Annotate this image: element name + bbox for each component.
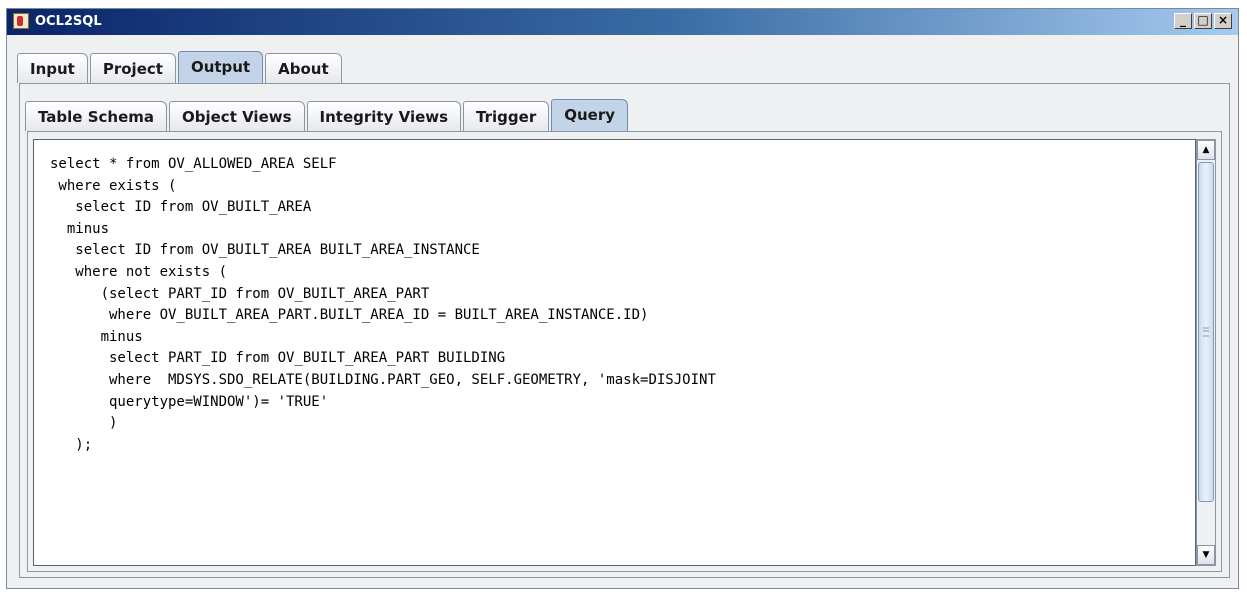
window-content: Input Project Output About Table Schema … <box>11 39 1234 584</box>
grip-icon <box>1203 327 1209 337</box>
close-button[interactable]: × <box>1214 13 1232 29</box>
minimize-button[interactable]: _ <box>1174 13 1192 29</box>
vertical-scrollbar[interactable]: ▲ ▼ <box>1196 139 1216 566</box>
query-text[interactable]: select * from OV_ALLOWED_AREA SELF where… <box>34 140 1195 456</box>
tab-project[interactable]: Project <box>89 53 176 83</box>
tab-table-schema[interactable]: Table Schema <box>25 101 167 131</box>
maximize-button[interactable]: □ <box>1194 13 1212 29</box>
tab-query[interactable]: Query <box>551 99 628 131</box>
tab-about[interactable]: About <box>265 53 342 83</box>
scroll-up-button[interactable]: ▲ <box>1197 140 1215 160</box>
java-app-icon <box>13 13 29 29</box>
title-bar[interactable]: OCL2SQL _ □ × <box>7 9 1238 35</box>
arrow-down-icon: ▼ <box>1202 550 1210 560</box>
window-controls: _ □ × <box>1174 13 1232 29</box>
main-tab-bar: Input Project Output About <box>17 51 344 83</box>
scroll-down-button[interactable]: ▼ <box>1197 545 1215 565</box>
app-window: OCL2SQL _ □ × Input Project Output About… <box>6 8 1239 589</box>
tab-output[interactable]: Output <box>177 51 264 83</box>
scrollbar-thumb[interactable] <box>1198 162 1214 502</box>
tab-integrity-views[interactable]: Integrity Views <box>306 101 462 131</box>
query-text-area[interactable]: select * from OV_ALLOWED_AREA SELF where… <box>33 139 1196 566</box>
tab-input[interactable]: Input <box>17 53 88 83</box>
arrow-up-icon: ▲ <box>1202 145 1210 155</box>
output-tab-bar: Table Schema Object Views Integrity View… <box>25 99 630 131</box>
window-title: OCL2SQL <box>35 14 102 29</box>
tab-object-views[interactable]: Object Views <box>169 101 305 131</box>
tab-trigger[interactable]: Trigger <box>463 101 550 131</box>
